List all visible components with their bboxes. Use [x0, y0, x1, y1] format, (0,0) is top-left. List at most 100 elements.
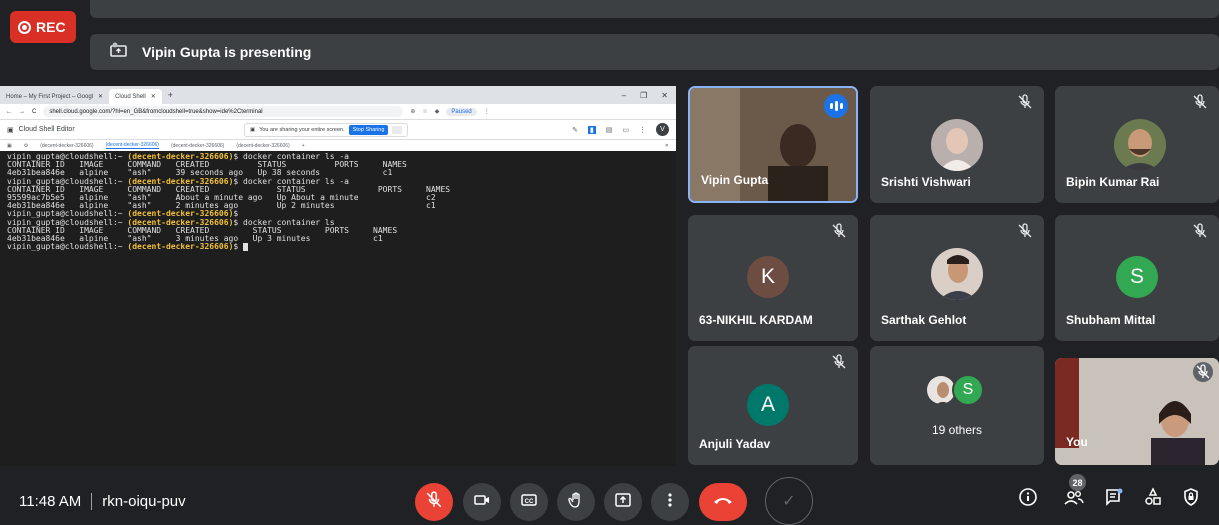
leave-call-button[interactable]	[699, 483, 747, 521]
add-tab-icon[interactable]: +	[302, 143, 305, 149]
editor-title: Cloud Shell Editor	[18, 126, 75, 133]
avatar-letter: S	[952, 374, 984, 406]
present-button[interactable]	[604, 483, 642, 521]
participant-name: 63-NIKHIL KARDAM	[699, 313, 813, 327]
more-vert-icon	[661, 491, 679, 514]
terminal-tab-active[interactable]: (decent-decker-326606)	[105, 142, 159, 149]
participant-name: You	[1066, 435, 1088, 449]
participant-tile-vipin[interactable]: Vipin Gupta	[688, 86, 858, 203]
mic-off-icon	[1192, 223, 1208, 239]
terminal-icon[interactable]: ▮	[587, 125, 596, 134]
terminal-cursor	[243, 243, 249, 252]
star-icon[interactable]: ☆	[422, 108, 427, 115]
hand-icon	[567, 491, 585, 514]
settings-icon[interactable]: ⚙	[24, 143, 28, 149]
avatar-letter: S	[1116, 256, 1158, 298]
close-terminal-icon[interactable]: ✕	[665, 143, 669, 149]
presenting-text: Vipin Gupta is presenting	[142, 44, 312, 60]
mic-off-icon	[1192, 94, 1208, 110]
status-circle: ✓	[765, 477, 813, 525]
forward-icon[interactable]: →	[19, 109, 25, 115]
phone-hangup-icon	[712, 493, 734, 512]
shield-lock-icon	[1181, 487, 1201, 512]
meeting-time: 11:48 AM	[19, 493, 82, 510]
new-tab-icon[interactable]: +	[162, 90, 179, 104]
stop-sharing-button[interactable]: Stop Sharing	[348, 125, 389, 135]
sharing-notice: ▣ You are sharing your entire screen. St…	[244, 123, 409, 137]
activities-icon	[1143, 486, 1163, 512]
more-options-button[interactable]	[651, 483, 689, 521]
activities-button[interactable]	[1141, 486, 1165, 512]
record-icon	[18, 20, 31, 34]
url-field[interactable]: shell.cloud.google.com/?hl=en_GB&fromclo…	[43, 106, 404, 117]
participant-tile-bipin[interactable]: Bipin Kumar Rai	[1055, 86, 1219, 203]
more-icon[interactable]: ⋮	[639, 126, 646, 134]
restore-icon[interactable]: ❐	[640, 91, 647, 100]
minimize-icon[interactable]: –	[622, 91, 626, 100]
mic-toggle-button[interactable]	[415, 483, 453, 521]
terminal-output[interactable]: vipin_gupta@cloudshell:~ (decent-decker-…	[0, 151, 676, 252]
avatar	[931, 119, 983, 171]
mic-off-icon	[831, 223, 847, 239]
participant-name: Vipin Gupta	[701, 173, 769, 187]
self-tile[interactable]: You	[1055, 358, 1219, 465]
info-icon	[1018, 487, 1038, 512]
mic-off-icon	[831, 354, 847, 370]
close-window-icon[interactable]: ✕	[661, 91, 668, 100]
user-avatar[interactable]: V	[656, 123, 669, 136]
present-icon	[614, 491, 632, 514]
terminal-prompt-line: vipin_gupta@cloudshell:~ (decent-decker-…	[7, 243, 676, 252]
close-icon[interactable]: ✕	[151, 93, 156, 100]
others-count: 19 others	[931, 423, 983, 437]
participant-tile-shubham[interactable]: S Shubham Mittal	[1055, 215, 1219, 341]
edit-icon[interactable]: ✎	[572, 126, 578, 134]
reload-icon[interactable]: C	[32, 109, 36, 115]
rec-indicator[interactable]: REC	[10, 11, 76, 43]
browser-tab[interactable]: Home – My First Project – Googl ✕	[0, 89, 109, 104]
meeting-details: 11:48 AM rkn-oiqu-puv	[19, 493, 186, 510]
captions-icon: CC	[520, 491, 538, 514]
sharing-icon: ▣	[250, 127, 256, 133]
cloud-shell-toolbar: ▣ Cloud Shell Editor ▣ You are sharing y…	[0, 119, 676, 139]
back-icon[interactable]: ←	[6, 109, 12, 115]
profile-paused-button[interactable]: Paused	[446, 107, 477, 116]
hide-button[interactable]	[392, 126, 403, 134]
terminal-tab[interactable]: (decent-decker-326606)	[236, 143, 289, 149]
divider	[91, 493, 93, 510]
meeting-info-button[interactable]	[1016, 487, 1040, 511]
browser-tab-active[interactable]: Cloud Shell ✕	[109, 89, 162, 104]
chat-button[interactable]	[1102, 487, 1126, 511]
presenting-banner: Vipin Gupta is presenting	[90, 34, 1219, 70]
extension-icon[interactable]: ◆	[435, 108, 440, 115]
avatar	[1114, 119, 1166, 171]
address-bar-row: ← → C shell.cloud.google.com/?hl=en_GB&f…	[0, 104, 676, 119]
meeting-code[interactable]: rkn-oiqu-puv	[102, 493, 185, 510]
chat-icon	[1104, 487, 1124, 512]
participant-tile-sarthak[interactable]: Sarthak Gehlot	[870, 215, 1044, 341]
participant-tile-anjuli[interactable]: A Anjuli Yadav	[688, 346, 858, 465]
top-strip	[90, 0, 1219, 18]
terminal-tab[interactable]: (decent-decker-326606)	[171, 143, 224, 149]
editor-actions: ✎ ▮ ▤ ▭ ⋮ V	[572, 123, 669, 136]
rec-label: REC	[36, 19, 66, 35]
preview-icon[interactable]: ▤	[606, 126, 613, 134]
speaking-indicator-icon	[824, 94, 848, 118]
zoom-icon[interactable]: ⊕	[410, 108, 415, 115]
close-icon[interactable]: ✕	[98, 93, 103, 100]
extension-icons: ⊕ ☆ ◆ Paused ⋮	[410, 107, 490, 116]
participant-tile-srishti[interactable]: Srishti Vishwari	[870, 86, 1044, 203]
browser-tab-label: Cloud Shell	[115, 93, 146, 100]
host-controls-button[interactable]	[1179, 487, 1203, 511]
terminal-tab-icon: ▣	[7, 142, 12, 149]
menu-dots-icon[interactable]: ⋮	[484, 108, 490, 115]
browser-tab-strip: Home – My First Project – Googl ✕ Cloud S…	[0, 86, 676, 104]
mic-off-icon	[425, 490, 443, 514]
participant-tile-nikhil[interactable]: K 63-NIKHIL KARDAM	[688, 215, 858, 341]
others-tile[interactable]: S 19 others	[870, 346, 1044, 465]
camera-icon	[473, 491, 491, 514]
camera-toggle-button[interactable]	[463, 483, 501, 521]
captions-button[interactable]: CC	[510, 483, 548, 521]
terminal-tab[interactable]: (decent-decker-326606)	[40, 143, 93, 149]
layout-icon[interactable]: ▭	[622, 126, 629, 134]
raise-hand-button[interactable]	[557, 483, 595, 521]
